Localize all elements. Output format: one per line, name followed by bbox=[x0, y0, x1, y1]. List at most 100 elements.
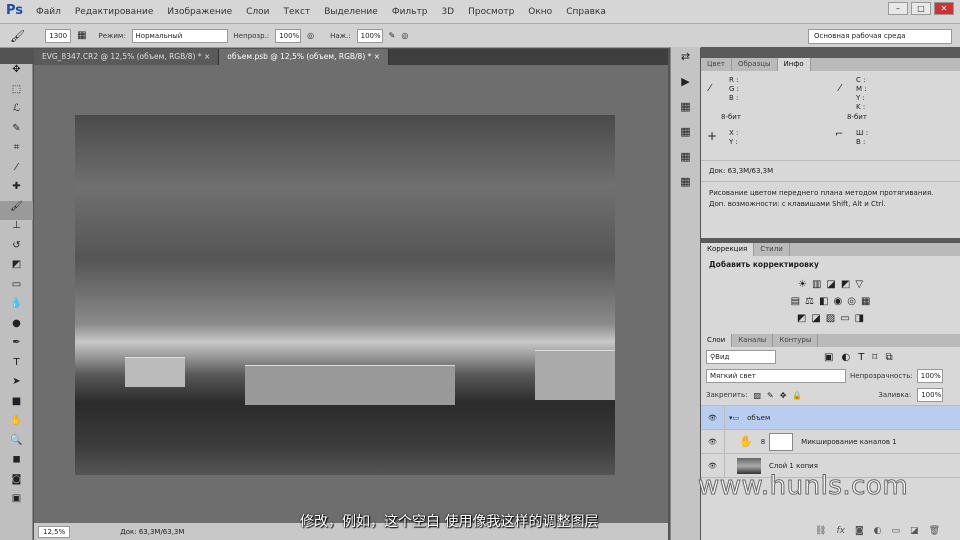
color-lookup-icon[interactable]: ▦ bbox=[861, 296, 870, 307]
levels-icon[interactable]: ▥ bbox=[812, 279, 821, 290]
menu-edit[interactable]: Редактирование bbox=[75, 7, 154, 17]
layer-group-obem[interactable]: 👁 ▾▭ объем bbox=[701, 405, 960, 430]
path-select-tool-icon[interactable]: ➤ bbox=[0, 376, 33, 396]
doc-tab-evg[interactable]: EVG_8347.CR2 @ 12,5% (объем, RGB/8) * × bbox=[34, 49, 220, 65]
tab-close-icon[interactable]: × bbox=[374, 52, 380, 61]
visibility-eye-icon[interactable]: 👁 bbox=[701, 405, 725, 430]
visibility-eye-icon[interactable]: 👁 bbox=[701, 429, 725, 454]
adjustment-icon[interactable]: ◐ bbox=[874, 526, 882, 536]
selective-color-icon[interactable]: ◨ bbox=[855, 313, 864, 324]
document-image[interactable] bbox=[75, 115, 615, 475]
character-icon[interactable]: ▦ bbox=[671, 150, 700, 172]
type-tool-icon[interactable]: T bbox=[0, 357, 33, 377]
brush-tool-icon[interactable]: 🖌 bbox=[0, 200, 33, 220]
invert-icon[interactable]: ◩ bbox=[797, 313, 806, 324]
dodge-tool-icon[interactable]: ● bbox=[0, 318, 33, 338]
lock-transparency-icon[interactable]: ▨ bbox=[753, 391, 761, 400]
mask-icon[interactable]: ◙ bbox=[855, 526, 864, 536]
folder-icon[interactable]: ▾▭ bbox=[729, 414, 739, 422]
hue-saturation-icon[interactable]: ▤ bbox=[791, 296, 800, 307]
history-brush-icon[interactable]: ↺ bbox=[0, 240, 33, 260]
workspace-select[interactable]: Основная рабочая среда bbox=[808, 29, 952, 44]
lock-all-icon[interactable]: 🔒 bbox=[792, 391, 802, 400]
minimize-button[interactable]: – bbox=[888, 2, 908, 15]
mode-select[interactable]: Нормальный bbox=[131, 28, 228, 43]
brush-panel-icon[interactable]: ▦ bbox=[77, 30, 86, 41]
layer-filter-select[interactable]: ⚲ Вид bbox=[706, 350, 776, 364]
link-icon[interactable]: ⛓ bbox=[815, 526, 826, 536]
threshold-icon[interactable]: ▨ bbox=[826, 313, 835, 324]
gradient-tool-icon[interactable]: ▭ bbox=[0, 279, 33, 299]
history-icon[interactable]: ⇄ bbox=[671, 50, 700, 72]
brush-tool-icon[interactable]: 🖌 bbox=[10, 29, 25, 43]
tab-styles[interactable]: Стили bbox=[754, 243, 790, 256]
maximize-button[interactable]: □ bbox=[911, 2, 931, 15]
tab-color[interactable]: Цвет bbox=[701, 58, 732, 71]
marquee-tool-icon[interactable]: ⬚ bbox=[0, 84, 33, 104]
pressure-size-icon[interactable]: ◎ bbox=[401, 31, 408, 40]
lock-position-icon[interactable]: ✥ bbox=[780, 391, 787, 400]
pen-tool-icon[interactable]: ✒ bbox=[0, 337, 33, 357]
menu-layers[interactable]: Слои bbox=[246, 7, 269, 17]
doc-tab-obem[interactable]: объем.psb @ 12,5% (объем, RGB/8) * × bbox=[219, 49, 390, 65]
brush-presets-icon[interactable]: ▦ bbox=[671, 100, 700, 122]
filter-adjustment-icon[interactable]: ◐ bbox=[841, 352, 850, 363]
zoom-level-input[interactable]: 12,5% bbox=[38, 525, 71, 538]
eyedropper-tool-icon[interactable]: ⁄ bbox=[0, 162, 33, 182]
opacity-input[interactable]: 100% bbox=[275, 28, 302, 43]
pressure-opacity-icon[interactable]: ◎ bbox=[307, 31, 314, 40]
lock-pixels-icon[interactable]: ✎ bbox=[767, 391, 774, 400]
fill-input[interactable]: 100% bbox=[917, 388, 944, 402]
trash-icon[interactable]: 🗑 bbox=[929, 526, 940, 536]
curves-icon[interactable]: ◪ bbox=[826, 279, 835, 290]
actions-icon[interactable]: ▶ bbox=[671, 75, 700, 97]
menu-3d[interactable]: 3D bbox=[441, 7, 454, 17]
flow-input[interactable]: 100% bbox=[356, 28, 383, 43]
menu-image[interactable]: Изображение bbox=[167, 7, 232, 17]
tab-layers[interactable]: Слои bbox=[701, 334, 733, 347]
layer-channel-mixer[interactable]: 👁 ✋ 8 Микширование каналов 1 bbox=[701, 429, 960, 454]
hand-tool-icon[interactable]: ✋ bbox=[0, 415, 33, 435]
lasso-tool-icon[interactable]: ℒ bbox=[0, 103, 33, 123]
menu-window[interactable]: Окно bbox=[528, 7, 552, 17]
link-icon[interactable]: 8 bbox=[761, 438, 765, 446]
quick-mask-icon[interactable]: ◙ bbox=[0, 474, 33, 494]
blend-mode-select[interactable]: Мягкий свет bbox=[706, 369, 846, 383]
crop-tool-icon[interactable]: ⌗ bbox=[0, 142, 33, 162]
layer-opacity-input[interactable]: 100% bbox=[916, 369, 943, 383]
new-layer-icon[interactable]: ◪ bbox=[910, 526, 919, 536]
fx-icon[interactable]: fx bbox=[836, 526, 845, 536]
gradient-map-icon[interactable]: ▭ bbox=[840, 313, 849, 324]
eraser-tool-icon[interactable]: ◩ bbox=[0, 259, 33, 279]
properties-icon[interactable]: ▦ bbox=[671, 175, 700, 197]
filter-pixel-icon[interactable]: ▣ bbox=[824, 352, 833, 363]
brightness-icon[interactable]: ☀ bbox=[798, 279, 807, 290]
menu-help[interactable]: Справка bbox=[566, 7, 606, 17]
stamp-tool-icon[interactable]: ⊥ bbox=[0, 220, 33, 240]
airbrush-icon[interactable]: ✎ bbox=[389, 31, 396, 40]
brush-size-picker[interactable]: 1300 bbox=[45, 28, 72, 43]
color-swatches-icon[interactable]: ◼ bbox=[0, 454, 33, 474]
black-white-icon[interactable]: ◧ bbox=[819, 296, 828, 307]
clone-source-icon[interactable]: ▦ bbox=[671, 125, 700, 147]
quick-select-tool-icon[interactable]: ✎ bbox=[0, 123, 33, 143]
photo-filter-icon[interactable]: ◉ bbox=[833, 296, 842, 307]
tab-adjustments[interactable]: Коррекция bbox=[701, 243, 755, 256]
screen-mode-icon[interactable]: ▣ bbox=[0, 493, 33, 513]
folder-icon[interactable]: ▭ bbox=[892, 526, 901, 536]
tab-channels[interactable]: Каналы bbox=[732, 334, 774, 347]
menu-select[interactable]: Выделение bbox=[324, 7, 378, 17]
vibrance-icon[interactable]: ▽ bbox=[855, 279, 863, 290]
tab-swatches[interactable]: Образцы bbox=[732, 58, 778, 71]
zoom-tool-icon[interactable]: 🔍 bbox=[0, 435, 33, 455]
tab-paths[interactable]: Контуры bbox=[773, 334, 819, 347]
menu-file[interactable]: Файл bbox=[36, 7, 61, 17]
color-balance-icon[interactable]: ⚖ bbox=[805, 296, 814, 307]
exposure-icon[interactable]: ◩ bbox=[841, 279, 850, 290]
tab-info[interactable]: Инфо bbox=[777, 58, 811, 71]
filter-type-icon[interactable]: T bbox=[858, 352, 864, 363]
shape-tool-icon[interactable]: ■ bbox=[0, 396, 33, 416]
tab-close-icon[interactable]: × bbox=[204, 52, 210, 61]
menu-text[interactable]: Текст bbox=[284, 7, 311, 17]
posterize-icon[interactable]: ◪ bbox=[811, 313, 820, 324]
